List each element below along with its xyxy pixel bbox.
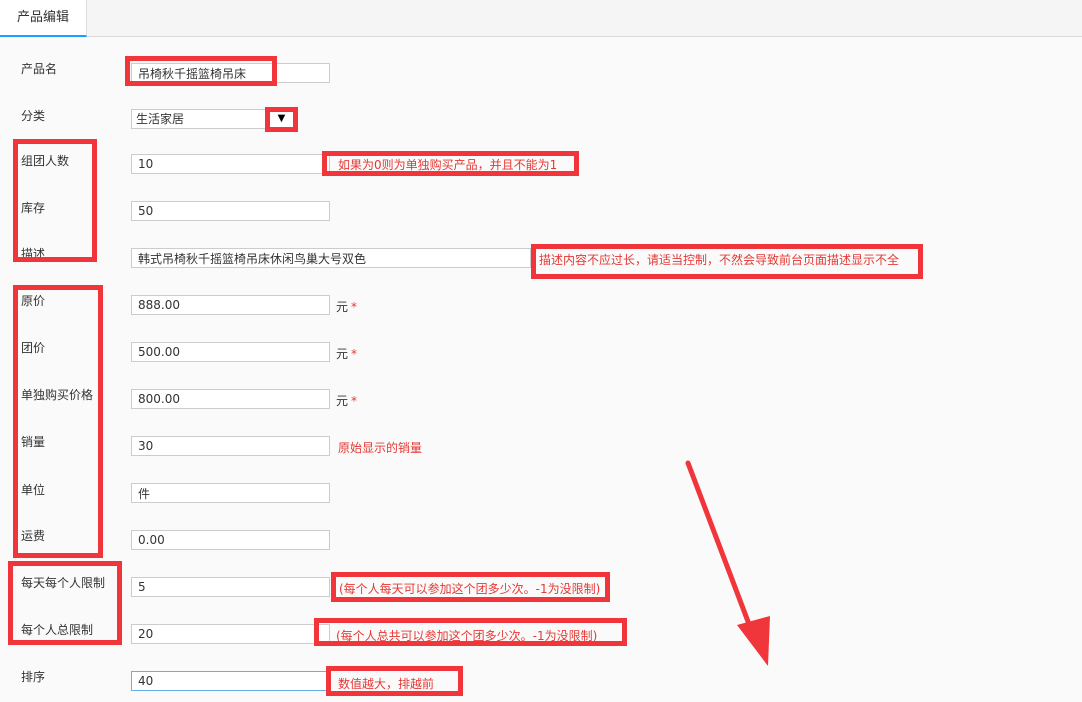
annotation-arrow-icon <box>685 460 770 666</box>
